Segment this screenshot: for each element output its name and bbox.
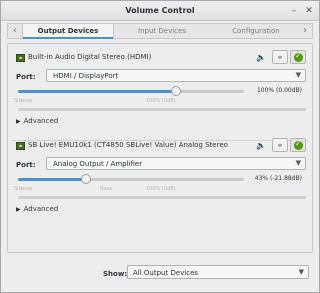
output-device-hdmi: Built-in Audio Digital Stereo (HDMI) 🔈 ⚭… <box>12 50 308 141</box>
expander-arrow-icon: ▶ <box>16 206 21 213</box>
volume-readout: 100% (0.00dB) <box>256 87 302 94</box>
volume-readout: 43% (-21.88dB) <box>254 175 302 182</box>
volume-slider-fill <box>18 178 87 181</box>
speaker-mute-icon[interactable]: 🔈 <box>256 52 266 64</box>
tab-configuration[interactable]: Configuration <box>210 24 302 38</box>
tab-scroll-left-icon[interactable]: ‹ <box>9 24 21 38</box>
port-select[interactable]: Analog Output / Amplifier ▼ <box>46 157 306 170</box>
close-icon[interactable]: ✕ <box>303 5 315 17</box>
device-name: Built-in Audio Digital Stereo (HDMI) <box>28 53 152 61</box>
peak-level-meter <box>18 108 306 111</box>
minimize-icon[interactable]: – <box>288 5 300 17</box>
output-devices-panel: Built-in Audio Digital Stereo (HDMI) 🔈 ⚭… <box>7 43 313 253</box>
show-filter-select[interactable]: All Output Devices ▼ <box>127 265 309 279</box>
port-label: Port: <box>16 161 36 169</box>
volume-slider[interactable] <box>18 86 244 96</box>
advanced-expander[interactable]: ▶ Advanced <box>16 205 58 213</box>
tick-100: 100% (0dB) <box>146 98 176 104</box>
expander-arrow-icon: ▶ <box>16 118 21 125</box>
device-name: SB Live! EMU10k1 (CT4850 SBLive! Value) … <box>28 141 228 149</box>
tab-output-devices[interactable]: Output Devices <box>22 24 114 39</box>
volume-slider-fill <box>18 90 177 93</box>
window-title: Volume Control <box>125 6 195 15</box>
volume-slider-knob[interactable] <box>171 86 182 96</box>
volume-control-window: Volume Control – ✕ ‹ Output Devices Inpu… <box>0 0 320 293</box>
lock-channels-button[interactable]: ⚭ <box>272 50 288 64</box>
tick-base: Base <box>100 186 113 192</box>
sound-card-icon <box>16 54 25 62</box>
show-filter-label: Show: <box>103 270 128 278</box>
chevron-down-icon: ▼ <box>295 71 301 79</box>
advanced-label: Advanced <box>23 205 59 213</box>
port-select-value: HDMI / DisplayPort <box>53 72 119 80</box>
lock-channels-button[interactable]: ⚭ <box>272 138 288 152</box>
advanced-expander[interactable]: ▶ Advanced <box>16 117 58 125</box>
show-filter-value: All Output Devices <box>133 269 199 277</box>
chevron-down-icon: ▼ <box>298 268 304 276</box>
title-bar: Volume Control – ✕ <box>1 1 319 21</box>
port-label: Port: <box>16 73 36 81</box>
output-device-sblive: SB Live! EMU10k1 (CT4850 SBLive! Value) … <box>12 138 308 220</box>
volume-slider-knob[interactable] <box>81 174 92 184</box>
tab-input-devices[interactable]: Input Devices <box>116 24 208 38</box>
tab-scroll-right-icon[interactable]: › <box>299 24 311 38</box>
set-default-button[interactable] <box>290 138 306 152</box>
tab-bar: ‹ Output Devices Input Devices Configura… <box>7 23 313 39</box>
speaker-mute-icon[interactable]: 🔈 <box>256 140 266 152</box>
port-select-value: Analog Output / Amplifier <box>53 160 143 168</box>
volume-slider[interactable] <box>18 174 244 184</box>
tick-100: 100% (0dB) <box>146 186 176 192</box>
sound-card-icon <box>16 142 25 150</box>
set-default-button[interactable] <box>290 50 306 64</box>
chevron-down-icon: ▼ <box>295 159 301 167</box>
tick-silence: Silence <box>14 186 33 192</box>
advanced-label: Advanced <box>23 117 59 125</box>
port-select[interactable]: HDMI / DisplayPort ▼ <box>46 69 306 82</box>
peak-level-meter <box>18 196 306 199</box>
tick-silence: Silence <box>14 98 33 104</box>
